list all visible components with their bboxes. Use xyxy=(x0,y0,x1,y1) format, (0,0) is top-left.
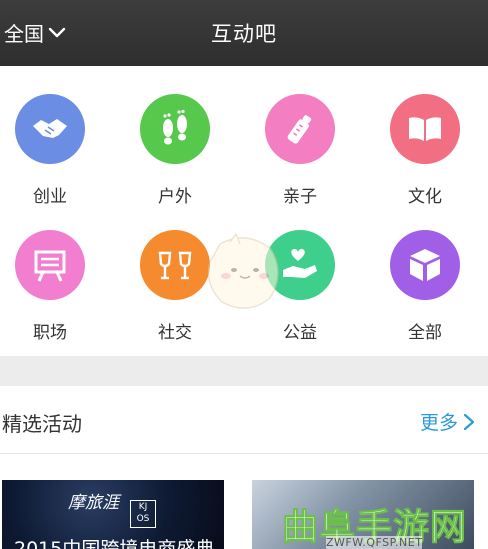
event-brand: 摩旅涯 xyxy=(68,493,119,513)
featured-title: 精选活动 xyxy=(2,412,82,436)
top-bar: 全国 互动吧 xyxy=(0,0,488,66)
category-label: 文化 xyxy=(408,187,442,207)
featured-header: 精选活动 更多 xyxy=(0,386,488,454)
category-workplace[interactable]: 职场 xyxy=(0,230,100,343)
chevron-right-icon xyxy=(463,413,475,430)
event-badge: KJ OS xyxy=(130,500,156,528)
category-label: 户外 xyxy=(158,187,192,207)
category-outdoor[interactable]: 户外 xyxy=(125,94,225,207)
category-label: 全部 xyxy=(408,323,442,343)
event-card[interactable]: 摩旅涯 KJ OS 2015中国跨境电商盛典 xyxy=(2,480,224,549)
category-all[interactable]: 全部 xyxy=(375,230,475,343)
baby-bottle-icon xyxy=(265,94,335,164)
book-icon xyxy=(390,94,460,164)
category-label: 职场 xyxy=(33,323,67,343)
footprints-icon xyxy=(140,94,210,164)
category-startup[interactable]: 创业 xyxy=(0,94,100,207)
more-label: 更多 xyxy=(419,412,458,434)
event-headline: 2015中国跨境电商盛典 xyxy=(14,538,215,549)
category-parenting[interactable]: 亲子 xyxy=(250,94,350,207)
category-label: 创业 xyxy=(33,187,67,207)
more-link[interactable]: 更多 xyxy=(420,408,476,435)
category-label: 社交 xyxy=(158,323,192,343)
category-label: 亲子 xyxy=(283,187,317,207)
section-divider xyxy=(0,356,488,386)
presentation-board-icon xyxy=(15,230,85,300)
cube-icon xyxy=(390,230,460,300)
mascot-watermark-icon xyxy=(207,232,279,309)
category-culture[interactable]: 文化 xyxy=(375,94,475,207)
handshake-icon xyxy=(15,94,85,164)
watermark-url: ZWFW.QFSP.NET xyxy=(326,536,423,549)
page-title: 互动吧 xyxy=(211,22,277,46)
site-watermark: 曲阜手游网 ZWFW.QFSP.NET xyxy=(281,498,488,549)
category-label: 公益 xyxy=(283,323,317,343)
